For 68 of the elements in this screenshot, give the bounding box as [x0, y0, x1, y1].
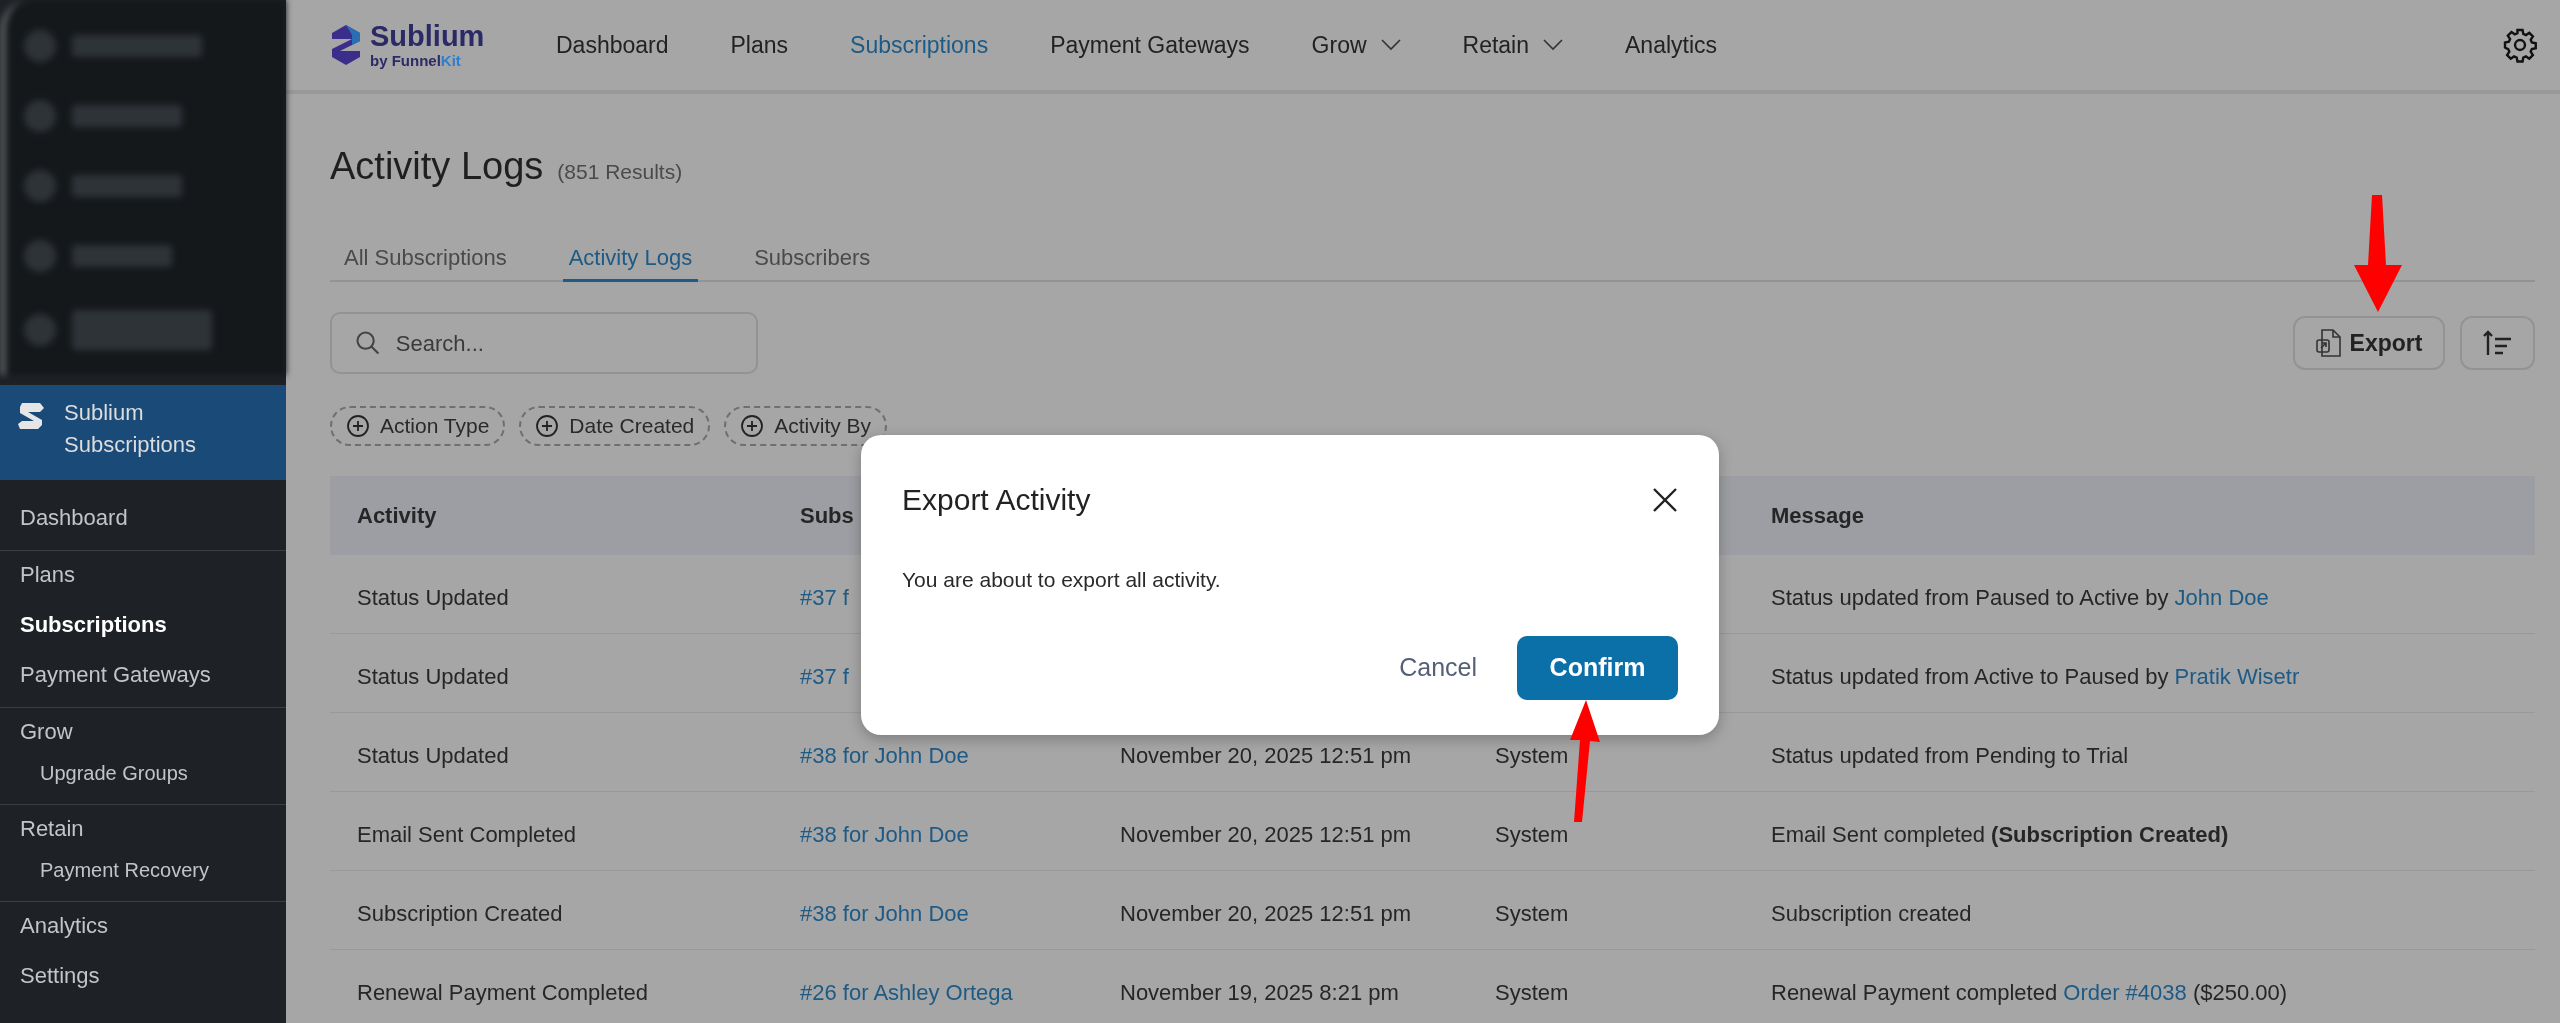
column-header: Activity [357, 502, 437, 530]
table-cell-text: System [1495, 902, 1570, 926]
sidebar-app-header[interactable]: Sublium Subscriptions [0, 385, 286, 480]
confirm-button[interactable]: Confirm [1517, 635, 1678, 700]
close-icon[interactable] [1652, 486, 1678, 513]
column-header: Subs [800, 502, 854, 530]
logo-name: Sublium [370, 22, 485, 51]
dialog-message: You are about to export all activity. [902, 567, 1222, 593]
table-cell-text: Status Updated [357, 744, 510, 768]
sidebar-item[interactable]: Settings [0, 960, 286, 990]
message-text: Status updated from Paused to Active by John Doe [1771, 586, 2269, 610]
nav-link[interactable]: Grow [1311, 27, 1401, 63]
sidebar-item[interactable]: Dashboard [0, 502, 286, 532]
plus-circle-icon [535, 414, 560, 438]
table-cell-text: System [1495, 823, 1570, 847]
table-cell-text: Email Sent Completed [357, 823, 577, 847]
dialog-title: Export Activity [902, 482, 1091, 518]
nav-link[interactable]: Plans [730, 27, 789, 63]
nav-link[interactable]: Analytics [1625, 27, 1718, 63]
filter-chip[interactable]: Date Created [519, 406, 711, 446]
table-cell-text: November 19, 2025 8:21 pm [1120, 981, 1400, 1005]
sidebar-app-title: Sublium Subscriptions [64, 399, 198, 459]
nav-link[interactable]: Payment Gateways [1050, 27, 1250, 63]
filter-chip[interactable]: Action Type [330, 406, 506, 446]
tab[interactable]: All Subscriptions [338, 236, 513, 282]
sidebar-subitem[interactable]: Upgrade Groups [0, 760, 286, 786]
sort-button[interactable] [2460, 316, 2535, 370]
message-text: Renewal Payment completed Order #4038 ($250.00) [1771, 981, 2288, 1005]
results-count: (851 Results) [557, 159, 683, 185]
logo-icon [18, 401, 46, 431]
table-cell-text: November 20, 2025 12:51 pm [1120, 902, 1413, 926]
message-text: Email Sent completed (Subscription Created) [1771, 823, 2229, 847]
logo-tagline: by FunnelKit [370, 53, 462, 68]
logo[interactable]: Sublium by FunnelKit [330, 22, 530, 68]
table-cell-text: Status Updated [357, 665, 510, 689]
tab[interactable]: Subscribers [748, 236, 877, 282]
sidebar-item[interactable]: Retain [0, 813, 286, 843]
sort-icon [2482, 329, 2513, 357]
file-export-icon [2315, 328, 2342, 358]
logo-icon [330, 25, 362, 65]
table-cell-text: Subscription Created [357, 902, 564, 926]
sidebar-item[interactable]: Plans [0, 559, 286, 589]
sidebar-subitem[interactable]: Payment Recovery [0, 857, 286, 883]
table-cell-text: November 20, 2025 12:51 pm [1120, 744, 1413, 768]
search-icon [354, 329, 382, 357]
cancel-button[interactable]: Cancel [1393, 640, 1483, 695]
search-field[interactable]: Search... [330, 312, 758, 374]
table-cell-text: System [1495, 744, 1570, 768]
table-cell-text: System [1495, 981, 1570, 1005]
plus-circle-icon [740, 414, 765, 438]
export-button[interactable]: Export [2293, 316, 2445, 370]
nav-link[interactable]: Dashboard [556, 27, 669, 63]
table-cell-text: November 20, 2025 12:51 pm [1120, 823, 1413, 847]
sidebar-item[interactable]: Grow [0, 716, 286, 746]
settings-icon[interactable] [2502, 27, 2538, 63]
message-text: Status updated from Pending to Trial [1771, 744, 2129, 768]
table-cell-text: Renewal Payment Completed [357, 981, 650, 1005]
page-title: Activity Logs [330, 144, 544, 189]
sidebar-item[interactable]: Analytics [0, 910, 286, 940]
message-text: Subscription created [1771, 902, 1972, 926]
sidebar-item[interactable]: Payment Gateways [0, 659, 286, 689]
search-input[interactable]: Search... [395, 326, 734, 360]
table-cell-text: Status Updated [357, 586, 510, 610]
plus-circle-icon [346, 414, 370, 438]
message-text: Status updated from Active to Paused by Pratik Wisetr [1771, 665, 2300, 689]
sidebar-item[interactable]: Subscriptions [0, 609, 286, 639]
column-header: Message [1771, 502, 1864, 530]
nav-link[interactable]: Retain [1462, 27, 1563, 63]
